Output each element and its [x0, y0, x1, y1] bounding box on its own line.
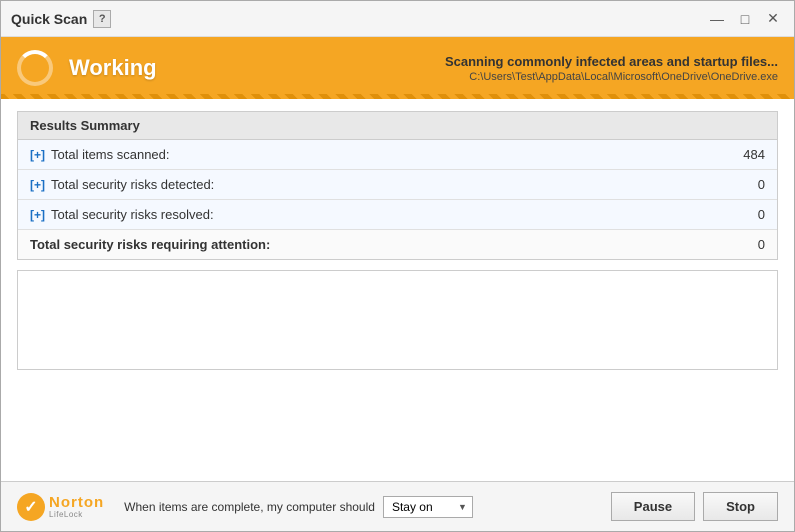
results-summary-header: Results Summary: [18, 112, 777, 140]
row-value-3: 0: [725, 207, 765, 222]
expand-icon-2[interactable]: [+]: [30, 178, 45, 192]
help-button[interactable]: ?: [93, 10, 111, 28]
row-label-1: Total items scanned:: [51, 147, 725, 162]
working-label: Working: [69, 55, 429, 81]
main-window: Quick Scan ? — □ ✕ Working Scanning comm…: [0, 0, 795, 532]
stop-button[interactable]: Stop: [703, 492, 778, 521]
title-bar-title: Quick Scan ?: [11, 10, 706, 28]
detail-area: [17, 270, 778, 370]
norton-logo: ✓ Norton LifeLock: [17, 493, 104, 521]
table-row: [+] Total security risks resolved: 0: [18, 200, 777, 230]
scan-status-details: Scanning commonly infected areas and sta…: [445, 54, 778, 83]
minimize-button[interactable]: —: [706, 8, 728, 30]
working-spinner: [17, 50, 53, 86]
window-title: Quick Scan: [11, 11, 87, 27]
maximize-button[interactable]: □: [734, 8, 756, 30]
footer-left: ✓ Norton LifeLock: [17, 493, 104, 521]
results-summary-box: Results Summary [+] Total items scanned:…: [17, 111, 778, 260]
row-label-3: Total security risks resolved:: [51, 207, 725, 222]
footer-right: Pause Stop: [611, 492, 778, 521]
row-value-4: 0: [725, 237, 765, 252]
table-row: [+] Total items scanned: 484: [18, 140, 777, 170]
row-label-2: Total security risks detected:: [51, 177, 725, 192]
title-bar: Quick Scan ? — □ ✕: [1, 1, 794, 37]
norton-sub-label: LifeLock: [49, 510, 104, 519]
pause-button[interactable]: Pause: [611, 492, 695, 521]
norton-checkmark-icon: ✓: [17, 493, 45, 521]
completion-select-wrapper: Stay on Shut down Restart Sleep: [383, 496, 473, 518]
expand-icon-3[interactable]: [+]: [30, 208, 45, 222]
row-label-4: Total security risks requiring attention…: [30, 237, 725, 252]
table-row: [+] Total security risks detected: 0: [18, 170, 777, 200]
footer: ✓ Norton LifeLock When items are complet…: [1, 481, 794, 531]
window-controls: — □ ✕: [706, 8, 784, 30]
completion-label: When items are complete, my computer sho…: [124, 500, 375, 514]
expand-icon-1[interactable]: [+]: [30, 148, 45, 162]
completion-select[interactable]: Stay on Shut down Restart Sleep: [383, 496, 473, 518]
table-row: Total security risks requiring attention…: [18, 230, 777, 259]
scanning-secondary-text: C:\Users\Test\AppData\Local\Microsoft\On…: [445, 71, 778, 83]
norton-text: Norton LifeLock: [49, 495, 104, 519]
results-area: Results Summary [+] Total items scanned:…: [1, 99, 794, 481]
row-value-2: 0: [725, 177, 765, 192]
status-bar: Working Scanning commonly infected areas…: [1, 37, 794, 99]
scanning-primary-text: Scanning commonly infected areas and sta…: [445, 54, 778, 69]
norton-brand-label: Norton: [49, 495, 104, 510]
row-value-1: 484: [725, 147, 765, 162]
close-button[interactable]: ✕: [762, 8, 784, 30]
